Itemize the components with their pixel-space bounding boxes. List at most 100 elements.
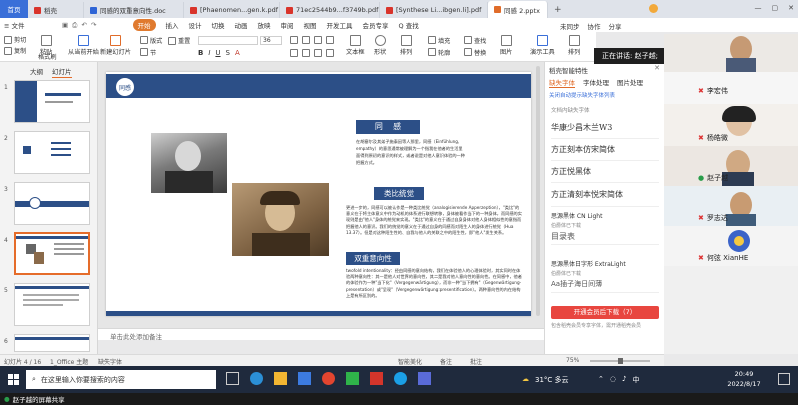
layout-button[interactable]: 版式 — [140, 36, 162, 45]
save-icon[interactable]: ▣ — [62, 21, 68, 30]
format-painter-button[interactable]: 格式刷 — [38, 52, 57, 61]
app-icon[interactable] — [418, 372, 431, 385]
number-list-icon[interactable] — [302, 36, 310, 44]
participant-tile[interactable]: ✖ 李宏伟 — [664, 72, 798, 104]
font-preview-item[interactable]: 思源黑体 CN Light 伯爵体已下载 目录表 — [551, 211, 659, 245]
fill-button[interactable]: 填充 — [428, 36, 450, 45]
font-size-select[interactable]: 36 — [260, 36, 282, 45]
sync-status[interactable]: 未同步 — [560, 21, 580, 31]
section-button[interactable]: 节 — [140, 48, 156, 57]
file-menu[interactable]: ≡ 文件 — [4, 20, 25, 30]
smart-beauty-button[interactable]: 智能美化 — [398, 357, 422, 366]
menu-view[interactable]: 视图 — [304, 20, 317, 30]
network-icon[interactable]: ◌ — [610, 375, 616, 385]
participant-tile[interactable]: ✖ 何弦 XianHE — [664, 226, 798, 266]
slide-thumbnail[interactable] — [14, 131, 90, 174]
minimize-icon[interactable]: — — [755, 4, 762, 12]
menu-member[interactable]: 会员专享 — [363, 20, 389, 30]
search-menu[interactable]: Q 查找 — [399, 20, 419, 30]
arrange-button[interactable]: 排列 — [400, 35, 412, 56]
slide[interactable]: 同感 同 感 在胡塞尔及其弟子施泰因等人那里，同感（Einfühlung, em… — [106, 72, 531, 316]
tab-item[interactable]: 同感的双重意向性.doc — [84, 2, 184, 18]
slide-thumbnail-selected[interactable] — [14, 232, 90, 275]
tray-arrow-icon[interactable]: ⌃ — [598, 375, 604, 385]
menu-insert[interactable]: 插入 — [166, 20, 179, 30]
task-view-icon[interactable] — [226, 372, 239, 385]
reset-button[interactable]: 重置 — [168, 36, 190, 45]
comment-toggle[interactable]: 批注 — [470, 357, 482, 366]
indent-icon[interactable] — [314, 36, 322, 44]
slide-thumbnail[interactable] — [14, 80, 90, 123]
windows-start-icon[interactable] — [8, 374, 19, 385]
copy-button[interactable]: 复制 — [4, 46, 26, 55]
bold-button[interactable]: B — [198, 49, 203, 57]
participant-tile[interactable]: ✖ 罗志达 — [664, 186, 798, 226]
ime-icon[interactable]: 中 — [632, 375, 639, 385]
italic-button[interactable]: I — [208, 49, 210, 57]
find-button[interactable]: 查找 — [464, 36, 486, 45]
font-item[interactable]: 方正清刻本悦宋简体 — [551, 183, 659, 207]
picture-button[interactable]: 图片 — [500, 35, 512, 56]
notification-icon[interactable] — [778, 373, 790, 385]
download-button[interactable]: 开通会员后下载（7） — [551, 306, 659, 319]
vertical-scrollbar[interactable] — [536, 66, 540, 316]
weather-text[interactable]: 31°C 多云 — [535, 375, 569, 385]
zoom-level[interactable]: 75% — [566, 357, 579, 364]
font-item[interactable]: 华康少昌木兰W3 — [551, 117, 659, 139]
redo-icon[interactable]: ↷ — [91, 21, 96, 30]
notes-area[interactable]: 单击此处添加备注 — [98, 328, 544, 341]
undo-icon[interactable]: ↶ — [81, 21, 86, 30]
tab-item[interactable]: [Synthese Li...ibgen.li].pdf — [380, 2, 488, 18]
tab-item[interactable]: [Phaenomen...gen.k.pdf — [184, 2, 280, 18]
cut-button[interactable]: 剪切 — [4, 35, 26, 44]
file-explorer-icon[interactable] — [274, 372, 287, 385]
bullet-list-icon[interactable] — [290, 36, 298, 44]
outline-button[interactable]: 轮廓 — [428, 48, 450, 57]
print-icon[interactable]: ⎙ — [72, 21, 77, 30]
line-spacing-icon[interactable] — [326, 36, 334, 44]
missing-font-status[interactable]: 缺失字体 — [98, 357, 122, 366]
sort-button[interactable]: 排列 — [568, 35, 580, 56]
close-window-icon[interactable]: ✕ — [788, 4, 794, 12]
menu-developer[interactable]: 开发工具 — [327, 20, 353, 30]
tab-outline[interactable]: 大纲 — [30, 66, 43, 76]
presenter-tools-button[interactable]: 演示工具 — [530, 35, 555, 56]
quick-access-icons[interactable]: ▣ ⎙ ↶ ↷ — [62, 21, 96, 30]
align-center-icon[interactable] — [302, 49, 310, 57]
zoom-slider[interactable] — [590, 358, 650, 364]
font-item[interactable]: 方正刻本仿宋简体 — [551, 139, 659, 161]
slide-thumbnail[interactable] — [14, 182, 90, 225]
slide-thumbnail[interactable] — [14, 283, 90, 326]
new-slide-button[interactable]: 新建幻灯片 — [100, 35, 131, 56]
align-left-icon[interactable] — [290, 49, 298, 57]
taskbar-search[interactable]: ⌕ 在这里输入你要搜索的内容 — [26, 370, 216, 389]
notes-toggle[interactable]: 备注 — [440, 357, 452, 366]
weather-icon[interactable]: ☁ — [522, 375, 529, 385]
share-button[interactable]: 分享 — [609, 21, 622, 31]
tab-item-active[interactable]: 同感 2.pptx ✕ — [488, 1, 548, 18]
participant-tile[interactable]: ● 赵子越 — [664, 146, 798, 186]
font-item[interactable]: 方正悦黑体 — [551, 161, 659, 183]
strikethrough-button[interactable]: S — [226, 49, 230, 57]
auto-prompt-toggle[interactable]: 关闭自动提示缺失字体列表 — [549, 91, 615, 99]
tab-home[interactable]: 首页 — [0, 0, 28, 18]
edge-icon[interactable] — [250, 372, 263, 385]
tab-item[interactable]: 稻壳 — [28, 2, 84, 18]
clock[interactable]: 20:49 2022/8/17 — [720, 369, 768, 389]
tab-image-processing[interactable]: 图片处理 — [617, 77, 643, 88]
wechat-icon[interactable] — [346, 372, 359, 385]
align-right-icon[interactable] — [314, 49, 322, 57]
text-box-button[interactable]: 文本框 — [346, 35, 365, 56]
tencent-meeting-icon[interactable] — [394, 372, 407, 385]
close-icon[interactable]: ✕ — [654, 64, 660, 72]
tab-item[interactable]: 71ec2544b9...f3749b.pdf — [280, 2, 380, 18]
menu-review[interactable]: 审阅 — [281, 20, 294, 30]
avatar[interactable] — [649, 4, 658, 13]
menu-slideshow[interactable]: 放映 — [258, 20, 271, 30]
volume-icon[interactable]: ♪ — [622, 375, 626, 385]
font-color-button[interactable]: A — [235, 49, 240, 57]
tab-font-processing[interactable]: 字体处理 — [583, 77, 609, 88]
menu-home[interactable]: 开始 — [132, 19, 156, 31]
collab-button[interactable]: 协作 — [588, 21, 601, 31]
participant-tile[interactable]: ✖ 杨皓微 — [664, 104, 798, 146]
